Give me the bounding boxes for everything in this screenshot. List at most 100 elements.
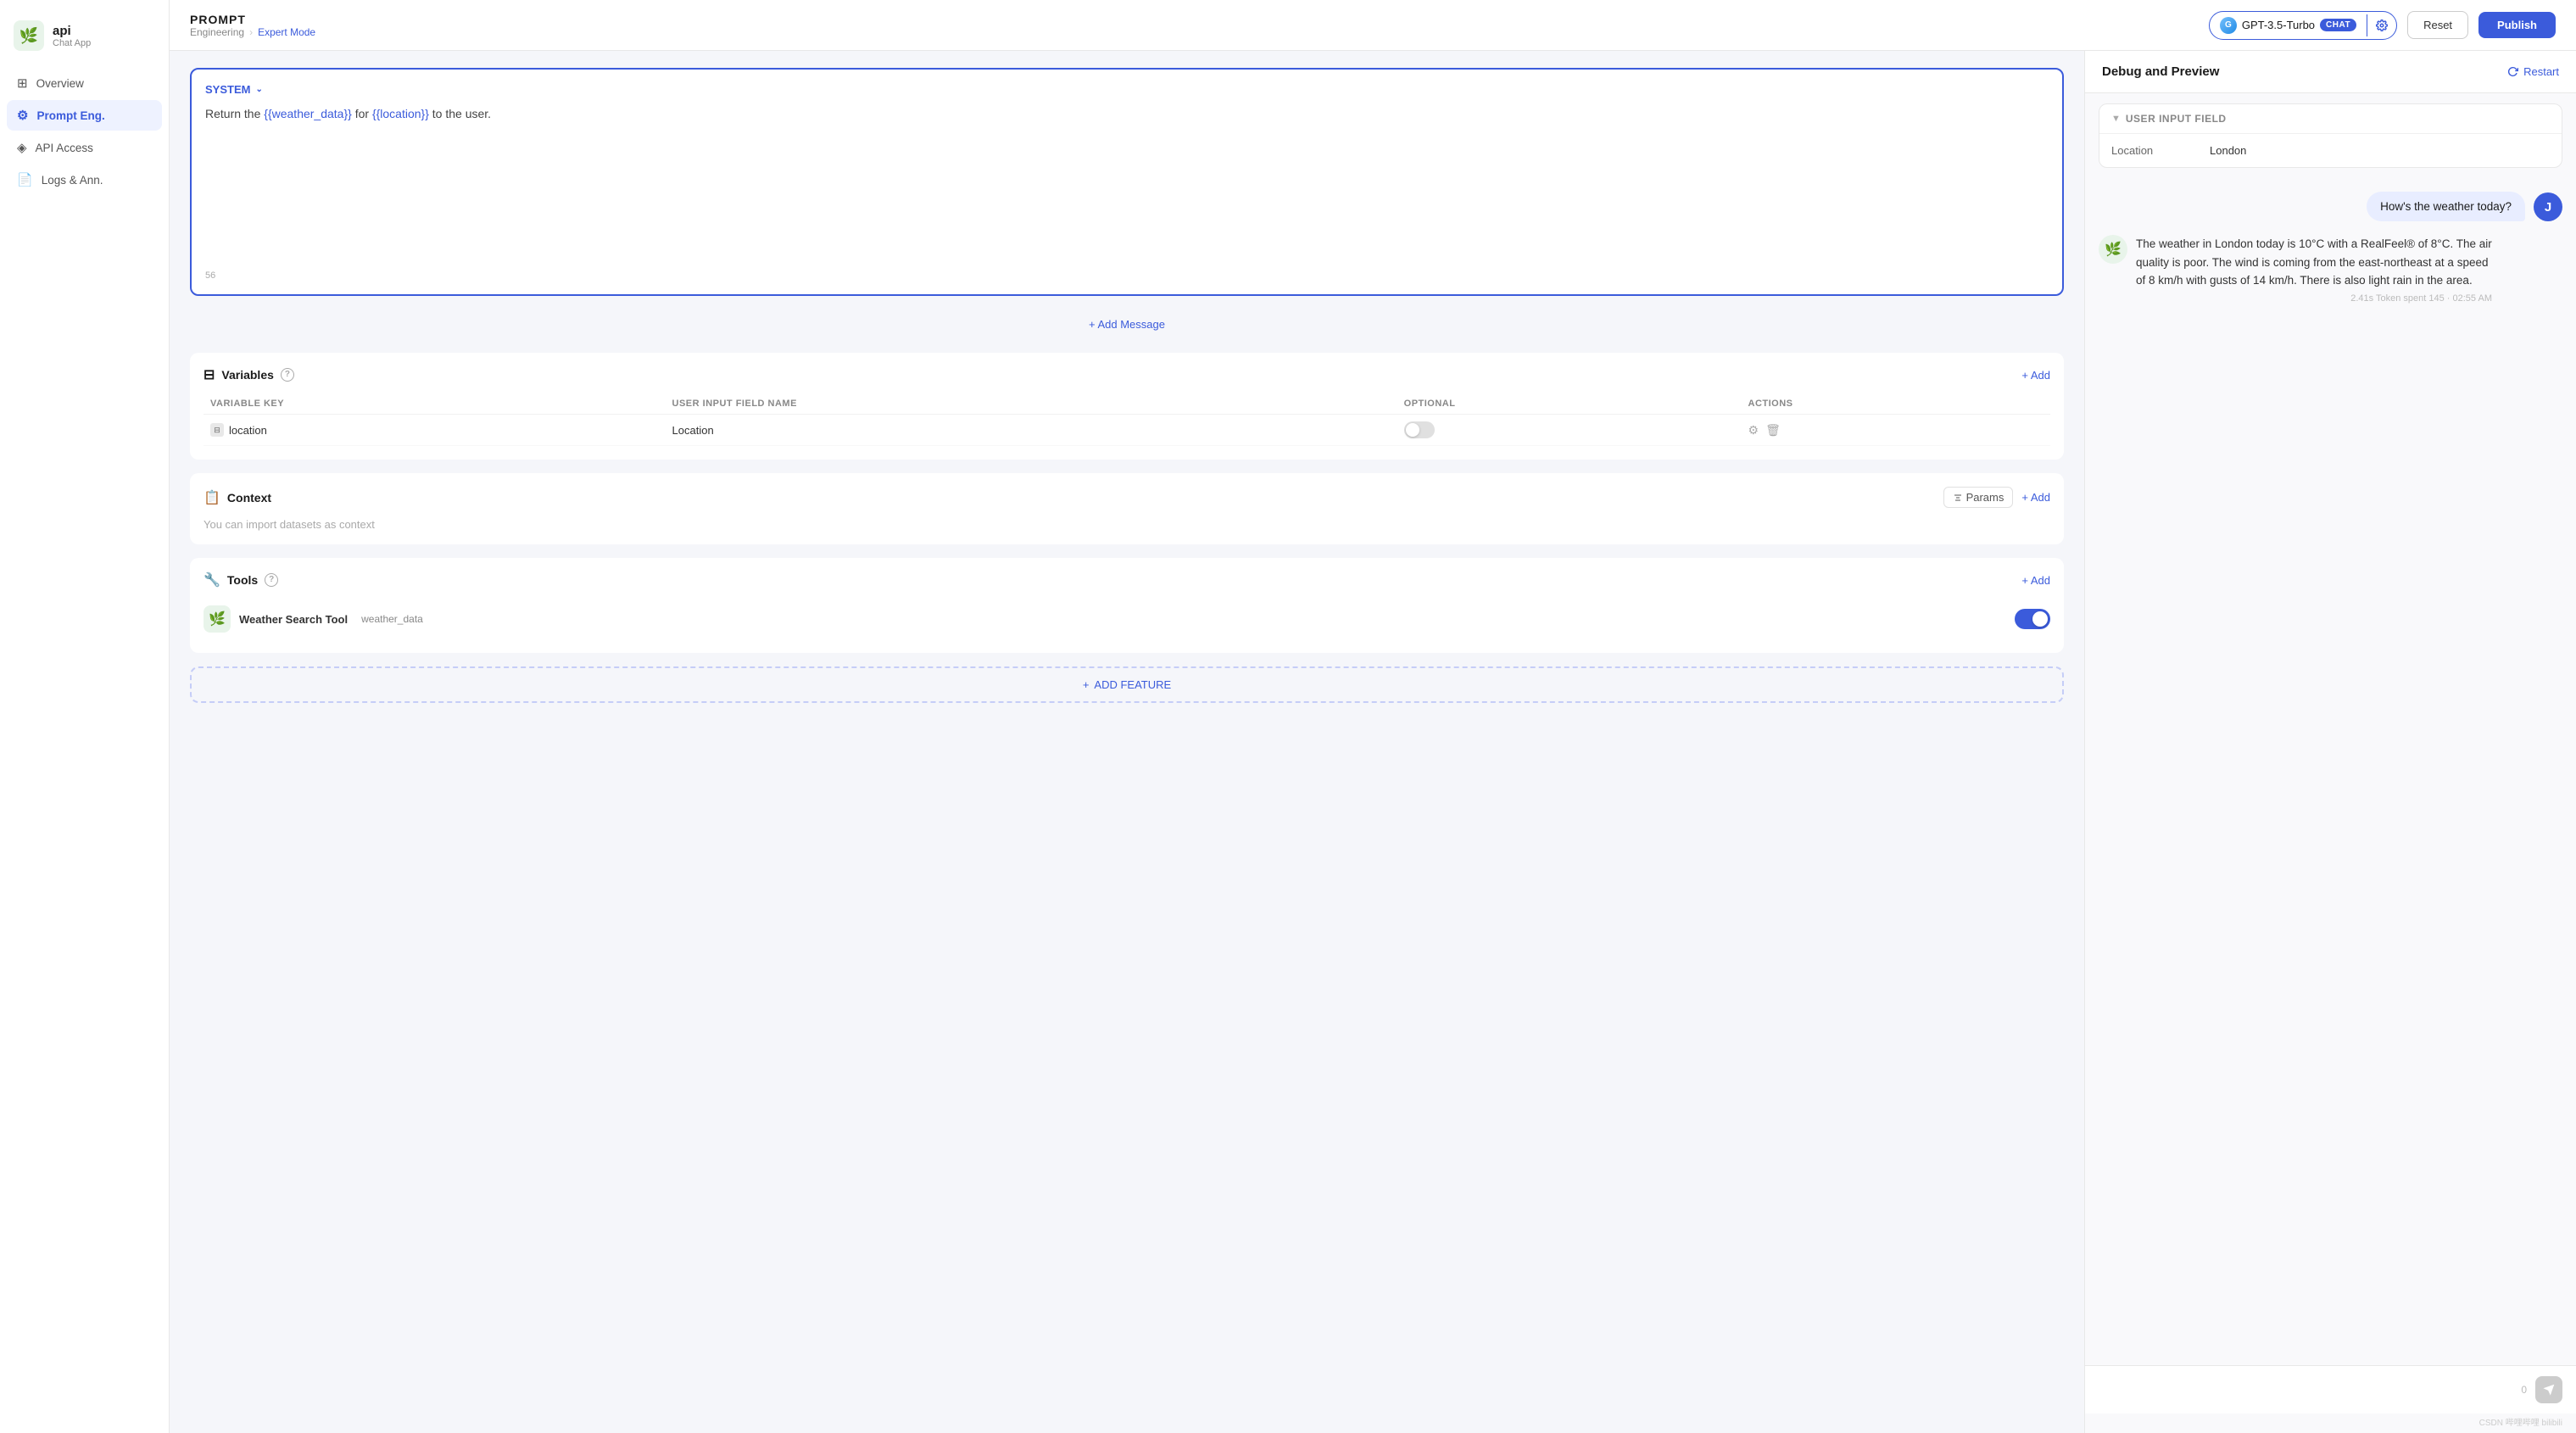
system-text-prefix: Return the bbox=[205, 107, 264, 120]
breadcrumb: Engineering › Expert Mode bbox=[190, 26, 315, 38]
var-delete-icon[interactable]: 🗑 bbox=[1765, 423, 1781, 438]
model-selector[interactable]: G GPT-3.5-Turbo CHAT bbox=[2209, 11, 2397, 40]
watermark: CSDN 哔哩哔哩 bilibili bbox=[2085, 1413, 2576, 1433]
var-key-text: location bbox=[229, 424, 267, 437]
system-prompt-box: SYSTEM ⌄ Return the {{weather_data}} for… bbox=[190, 68, 2064, 296]
system-var2: {{location}} bbox=[372, 107, 429, 120]
user-input-header[interactable]: ▼ USER INPUT FIELD bbox=[2099, 104, 2562, 134]
overview-icon: ⊞ bbox=[17, 75, 28, 91]
var-key-cell: ⊟ location bbox=[204, 415, 666, 446]
var-key-display: ⊟ location bbox=[210, 423, 659, 437]
restart-button[interactable]: Restart bbox=[2507, 65, 2559, 78]
chat-input[interactable] bbox=[2099, 1383, 2512, 1397]
col-variable-key: VARIABLE KEY bbox=[204, 393, 666, 415]
page-title: PROMPT bbox=[190, 13, 315, 26]
tool-toggle[interactable] bbox=[2015, 609, 2050, 629]
breadcrumb-expert-mode[interactable]: Expert Mode bbox=[258, 26, 315, 38]
context-params-button[interactable]: Params bbox=[1943, 487, 2014, 508]
sidebar: 🌿 api Chat App ⊞ Overview ⚙ Prompt Eng. … bbox=[0, 0, 170, 1433]
variables-table: VARIABLE KEY USER INPUT FIELD NAME OPTIO… bbox=[204, 393, 2050, 446]
sidebar-item-prompt-eng[interactable]: ⚙ Prompt Eng. bbox=[7, 100, 162, 131]
context-title: Context bbox=[227, 491, 271, 505]
header: PROMPT Engineering › Expert Mode G GPT-3… bbox=[170, 0, 2576, 51]
toggle-knob bbox=[1406, 423, 1419, 437]
sidebar-item-label-prompt-eng: Prompt Eng. bbox=[36, 109, 104, 122]
variables-info-icon: ? bbox=[281, 368, 294, 382]
chat-meta: 2.41s Token spent 145 · 02:55 AM bbox=[2136, 293, 2492, 304]
tools-header: 🔧 Tools ? + Add bbox=[204, 572, 2050, 588]
system-text-suffix: to the user. bbox=[429, 107, 491, 120]
chat-area: How's the weather today? J 🌿 The weather… bbox=[2085, 178, 2576, 1365]
publish-button[interactable]: Publish bbox=[2478, 12, 2556, 38]
variables-add-button[interactable]: + Add bbox=[2021, 369, 2050, 382]
main-area: PROMPT Engineering › Expert Mode G GPT-3… bbox=[170, 0, 2576, 1433]
debug-panel: Debug and Preview Restart ▼ USER INPUT F… bbox=[2084, 51, 2576, 1433]
app-icon: 🌿 bbox=[14, 20, 44, 51]
api-access-icon: ◈ bbox=[17, 140, 27, 155]
optional-toggle[interactable] bbox=[1404, 421, 1435, 438]
system-header: SYSTEM ⌄ bbox=[205, 83, 2049, 96]
model-settings-button[interactable] bbox=[2367, 14, 2396, 36]
prompt-eng-icon: ⚙ bbox=[17, 108, 28, 123]
user-input-label: Location bbox=[2111, 144, 2196, 157]
variables-title: Variables bbox=[221, 368, 274, 382]
app-logo: 🌿 api Chat App bbox=[0, 14, 169, 68]
col-field-name: USER INPUT FIELD NAME bbox=[666, 393, 1397, 415]
variables-header: ⊟ Variables ? + Add bbox=[204, 366, 2050, 383]
ai-avatar-icon: 🌿 bbox=[2099, 235, 2127, 264]
tools-section: 🔧 Tools ? + Add 🌿 Weather Search Tool bbox=[190, 558, 2064, 653]
user-input-section-label: USER INPUT FIELD bbox=[2126, 113, 2227, 125]
var-key-icon: ⊟ bbox=[210, 423, 224, 437]
sidebar-item-label-logs: Logs & Ann. bbox=[42, 174, 103, 187]
model-logo: G bbox=[2220, 17, 2237, 34]
header-title-group: PROMPT Engineering › Expert Mode bbox=[190, 13, 315, 38]
system-text-middle: for bbox=[352, 107, 372, 120]
app-name: api bbox=[53, 24, 91, 38]
sidebar-item-logs[interactable]: 📄 Logs & Ann. bbox=[7, 164, 162, 195]
variables-table-body: ⊟ location Location bbox=[204, 415, 2050, 446]
model-name-text: GPT-3.5-Turbo bbox=[2242, 19, 2315, 31]
content-area: SYSTEM ⌄ Return the {{weather_data}} for… bbox=[170, 51, 2576, 1433]
add-feature-button[interactable]: + ADD FEATURE bbox=[190, 666, 2064, 703]
variables-title-group: ⊟ Variables ? bbox=[204, 366, 294, 383]
tools-actions: + Add bbox=[2021, 574, 2050, 587]
chevron-down-icon: ▼ bbox=[2111, 114, 2121, 124]
sidebar-item-overview[interactable]: ⊞ Overview bbox=[7, 68, 162, 98]
context-title-group: 📋 Context bbox=[204, 489, 271, 506]
var-settings-icon[interactable]: ⚙ bbox=[1748, 423, 1759, 438]
variables-table-head: VARIABLE KEY USER INPUT FIELD NAME OPTIO… bbox=[204, 393, 2050, 415]
model-name-display: G GPT-3.5-Turbo CHAT bbox=[2210, 12, 2367, 39]
app-type: Chat App bbox=[53, 38, 91, 48]
debug-title: Debug and Preview bbox=[2102, 64, 2219, 79]
tools-title: Tools bbox=[227, 573, 258, 587]
context-actions: Params + Add bbox=[1943, 487, 2050, 508]
chat-input-area: 0 bbox=[2085, 1365, 2576, 1413]
tools-add-button[interactable]: + Add bbox=[2021, 574, 2050, 587]
reset-button[interactable]: Reset bbox=[2407, 11, 2468, 39]
system-char-count: 56 bbox=[205, 270, 2049, 281]
add-message-button[interactable]: + Add Message bbox=[190, 309, 2064, 339]
var-actions-cell: ⚙ 🗑 bbox=[1742, 415, 2050, 446]
tool-icon: 🌿 bbox=[204, 605, 231, 633]
logs-icon: 📄 bbox=[17, 172, 33, 187]
system-var1: {{weather_data}} bbox=[264, 107, 352, 120]
add-message-label: + Add Message bbox=[1089, 318, 1165, 331]
context-hint: You can import datasets as context bbox=[204, 518, 2050, 531]
user-avatar: J bbox=[2534, 192, 2562, 221]
col-optional: OPTIONAL bbox=[1397, 393, 1742, 415]
sidebar-item-api-access[interactable]: ◈ API Access bbox=[7, 132, 162, 163]
context-add-button[interactable]: + Add bbox=[2021, 491, 2050, 504]
system-content[interactable]: Return the {{weather_data}} for {{locati… bbox=[205, 104, 2049, 257]
tool-item: 🌿 Weather Search Tool weather_data bbox=[204, 599, 2050, 639]
tools-icon: 🔧 bbox=[204, 572, 220, 588]
context-params-label: Params bbox=[1966, 491, 2004, 504]
sidebar-item-label-overview: Overview bbox=[36, 77, 84, 90]
col-actions: ACTIONS bbox=[1742, 393, 2050, 415]
tool-info: 🌿 Weather Search Tool weather_data bbox=[204, 605, 423, 633]
var-optional-cell bbox=[1397, 415, 1742, 446]
send-button[interactable] bbox=[2535, 1376, 2562, 1403]
system-chevron-icon[interactable]: ⌄ bbox=[255, 85, 262, 94]
chat-bubble-user: How's the weather today? bbox=[2367, 192, 2525, 221]
var-action-buttons: ⚙ 🗑 bbox=[1748, 423, 2044, 438]
tools-info-icon: ? bbox=[265, 573, 278, 587]
